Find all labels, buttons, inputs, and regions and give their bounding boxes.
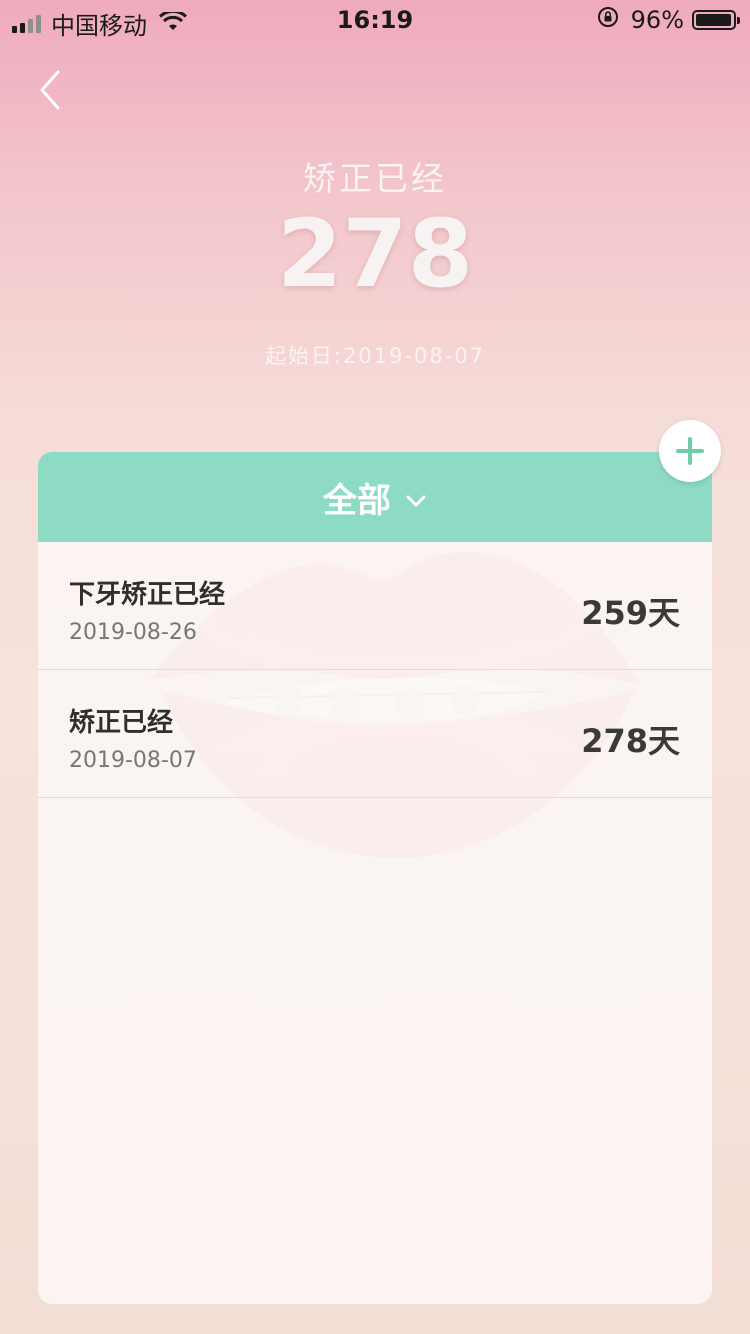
record-title: 下牙矫正已经 (69, 580, 226, 610)
back-button[interactable] (30, 66, 74, 114)
record-title: 矫正已经 (69, 708, 174, 738)
record-date: 2019-08-26 (69, 620, 197, 645)
record-row[interactable]: 下牙矫正已经 2019-08-26 259天 (38, 542, 712, 670)
header-title: 矫正已经 (303, 159, 447, 198)
status-bar: 中国移动 16:19 96% (0, 0, 750, 40)
record-row[interactable]: 矫正已经 2019-08-07 278天 (38, 670, 712, 798)
record-days: 259天 (581, 594, 680, 632)
plus-icon (676, 437, 704, 465)
records-card: 全部 下牙矫正已经 2019-08-26 259天 矫正已经 2019-08-0… (38, 452, 712, 1304)
record-date: 2019-08-07 (69, 748, 197, 773)
rotation-lock-icon (597, 6, 619, 34)
battery-percent: 96% (630, 6, 684, 34)
filter-dropdown[interactable]: 全部 (38, 452, 712, 542)
start-date: 起始日:2019-08-07 (264, 344, 486, 368)
battery-icon (692, 10, 740, 30)
chevron-left-icon (40, 70, 60, 110)
filter-label: 全部 (323, 480, 391, 521)
status-right: 96% (597, 6, 740, 34)
chevron-down-icon (405, 477, 427, 517)
add-button[interactable] (659, 420, 721, 482)
record-days: 278天 (581, 722, 680, 760)
day-count: 278 (276, 200, 474, 309)
